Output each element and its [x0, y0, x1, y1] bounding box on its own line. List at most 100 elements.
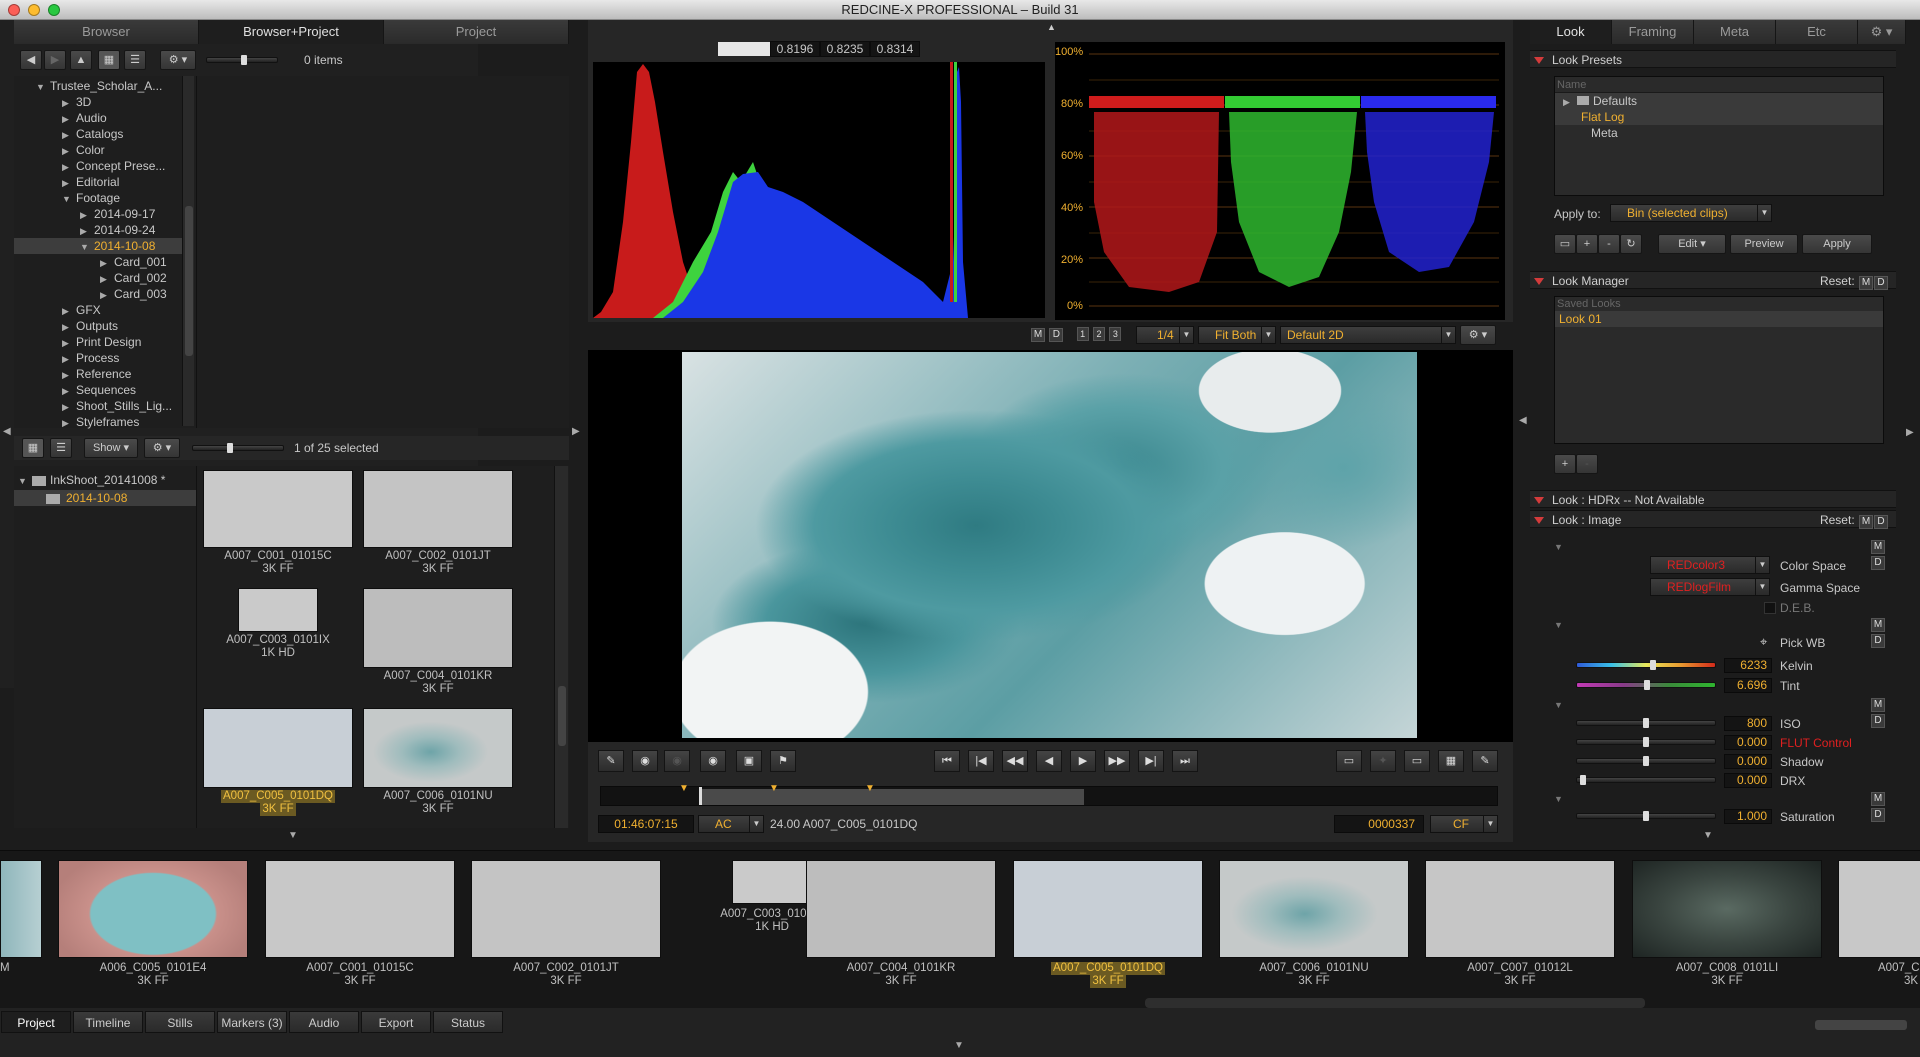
collapse-middle-icon[interactable]: ▶ [572, 426, 580, 437]
filmstrip-clip-selected[interactable]: A007_C005_0101DQ 3K FF [1013, 860, 1203, 988]
tab-etc[interactable]: Etc [1776, 20, 1858, 44]
edit-button[interactable]: Edit ▾ [1658, 234, 1726, 254]
filmstrip-clip[interactable]: A007_C007_01012L 3K FF [1425, 860, 1615, 988]
view-1-button[interactable]: 1 [1076, 327, 1089, 341]
saturation-slider[interactable] [1576, 811, 1716, 821]
flut-value[interactable]: 0.000 [1724, 735, 1772, 750]
tree-item[interactable]: ▶ Audio [62, 110, 107, 126]
grid-view-icon[interactable]: ▦ [98, 50, 120, 70]
refresh-icon[interactable]: ↻ [1620, 234, 1642, 254]
collapse-down-icon[interactable]: ▼ [954, 1040, 964, 1051]
folder-icon[interactable]: ▭ [1554, 234, 1576, 254]
image-header[interactable]: Look : Image Reset: MD [1530, 510, 1896, 529]
collapse-left-icon[interactable]: ◀ [3, 426, 11, 437]
crosshair-icon[interactable]: ⌖ [1760, 634, 1767, 650]
filmstrip-clip[interactable]: A007_C008_0101LI 3K FF [1632, 860, 1822, 988]
clip-thumbnail-selected[interactable]: A007_C005_0101DQ 3K FF [203, 708, 353, 816]
tree-root[interactable]: ▼ Trustee_Scholar_A... [36, 78, 162, 94]
hdrx-header[interactable]: Look : HDRx -- Not Available [1530, 490, 1896, 508]
add-icon[interactable]: + [1554, 454, 1576, 474]
color-space-dropdown[interactable]: REDcolor3 ▼ [1650, 556, 1770, 574]
kelvin-slider[interactable] [1576, 660, 1716, 670]
project-root[interactable]: ▼ InkShoot_20141008 * [18, 472, 165, 488]
clip-thumbnail[interactable]: A007_C006_0101NU 3K FF [363, 708, 513, 816]
preset-item[interactable]: Meta [1555, 125, 1883, 141]
film-icon[interactable]: ▦ [1438, 750, 1464, 772]
clip-thumbnail[interactable]: A007_C003_0101IX 1K HD [203, 588, 353, 660]
tree-item[interactable]: ▶ Reference [62, 366, 131, 382]
filmstrip-clip[interactable]: A007_C004_0101KR 3K FF [806, 860, 996, 988]
filmstrip-clip[interactable]: A007_C006_0101NU 3K FF [1219, 860, 1409, 988]
tab-stills[interactable]: Stills [145, 1011, 215, 1033]
tree-item[interactable]: ▶ Card_002 [100, 270, 167, 286]
tree-item[interactable]: ▶ 3D [62, 94, 91, 110]
timecode-mode-dropdown[interactable]: AC ▼ [698, 815, 764, 833]
next-clip-button[interactable]: ▶| [1138, 750, 1164, 772]
grid-view-icon[interactable]: ▦ [22, 438, 44, 458]
gear-icon[interactable]: ⚙ ▾ [144, 438, 180, 458]
frame-mode-dropdown[interactable]: CF ▼ [1430, 815, 1498, 833]
tree-item[interactable]: ▶ GFX [62, 302, 101, 318]
deb-checkbox[interactable] [1764, 602, 1776, 614]
view-3-button[interactable]: 3 [1109, 327, 1122, 341]
letterbox-icon[interactable]: ▭ [1404, 750, 1430, 772]
collapse-down-icon[interactable]: ▼ [1703, 830, 1713, 841]
saturation-value[interactable]: 1.000 [1724, 809, 1772, 824]
pin-icon[interactable]: ✦ [1370, 750, 1396, 772]
remove-icon[interactable]: - [1576, 454, 1598, 474]
list-view-icon[interactable]: ☰ [50, 438, 72, 458]
clip-thumbnail[interactable]: A007_C001_01015C 3K FF [203, 470, 353, 576]
list-view-icon[interactable]: ☰ [124, 50, 146, 70]
tree-item[interactable]: ▶ Sequences [62, 382, 136, 398]
kelvin-value[interactable]: 6233 [1724, 658, 1772, 673]
playhead[interactable] [699, 787, 702, 805]
show-button[interactable]: Show ▾ [84, 438, 138, 458]
view-2-button[interactable]: 2 [1093, 327, 1106, 341]
close-window-button[interactable] [8, 4, 20, 16]
clip-thumbnail[interactable]: A007_C004_0101KR 3K FF [363, 588, 513, 696]
thumbnail-size-slider[interactable] [192, 443, 284, 453]
gamma-space-dropdown[interactable]: REDlogFilm ▼ [1650, 578, 1770, 596]
rewind-button[interactable]: ◀◀ [1002, 750, 1028, 772]
zoom-window-button[interactable] [48, 4, 60, 16]
shadow-slider[interactable] [1576, 756, 1716, 766]
pan-tool-button[interactable]: ✎ [598, 750, 624, 772]
tree-item[interactable]: ▶ Card_001 [100, 254, 167, 270]
preset-item-selected[interactable]: Flat Log [1555, 109, 1883, 125]
drx-slider[interactable] [1576, 775, 1716, 785]
snapshot-icon[interactable]: ◉ [632, 750, 658, 772]
tint-value[interactable]: 6.696 [1724, 678, 1772, 693]
go-to-end-button[interactable]: ⏭ [1172, 750, 1198, 772]
marker-icon[interactable]: ▼ [769, 783, 779, 794]
apply-to-dropdown[interactable]: Bin (selected clips) ▼ [1610, 204, 1772, 222]
filmstrip-clip[interactable]: A006_C005_0101E4 3K FF [58, 860, 248, 988]
tree-item[interactable]: ▶ Styleframes [62, 414, 139, 430]
frame-field[interactable]: 0000337 [1334, 815, 1424, 833]
flut-slider[interactable] [1576, 737, 1716, 747]
tab-timeline[interactable]: Timeline [73, 1011, 143, 1033]
play-button[interactable]: ▶ [1070, 750, 1096, 772]
fit-dropdown[interactable]: Fit Both ▼ [1198, 326, 1276, 344]
go-to-start-button[interactable]: ⏮ [934, 750, 960, 772]
iso-slider[interactable] [1576, 718, 1716, 728]
export-frame-button[interactable]: ▣ [736, 750, 762, 772]
filmstrip-clip[interactable]: A007_C001_01015C 3K FF [265, 860, 455, 988]
tree-item[interactable]: ▶ Outputs [62, 318, 118, 334]
timeline-scrubber[interactable]: ▼ ▼ ▼ [600, 783, 1498, 806]
tree-item[interactable]: ▶ Process [62, 350, 119, 366]
clip-thumbnail[interactable]: A007_C002_0101JT 3K FF [363, 470, 513, 576]
add-icon[interactable]: + [1576, 234, 1598, 254]
filmstrip-clip[interactable]: A007_C002_0101JT 3K FF [471, 860, 661, 988]
previous-clip-button[interactable]: |◀ [968, 750, 994, 772]
tree-item[interactable]: ▶ 2014-09-24 [80, 222, 155, 238]
flag-icon[interactable]: ⚑ [770, 750, 796, 772]
apply-button[interactable]: Apply [1802, 234, 1872, 254]
marker-icon[interactable]: ▼ [679, 783, 689, 794]
back-button[interactable]: ◀ [20, 50, 42, 70]
tab-project[interactable]: Project [384, 20, 569, 44]
iso-value[interactable]: 800 [1724, 716, 1772, 731]
timecode-field[interactable]: 01:46:07:15 [598, 815, 694, 833]
tab-browser-project[interactable]: Browser+Project [199, 20, 384, 44]
tab-export[interactable]: Export [361, 1011, 431, 1033]
r3d-snapshot-button[interactable]: ◉ [700, 750, 726, 772]
